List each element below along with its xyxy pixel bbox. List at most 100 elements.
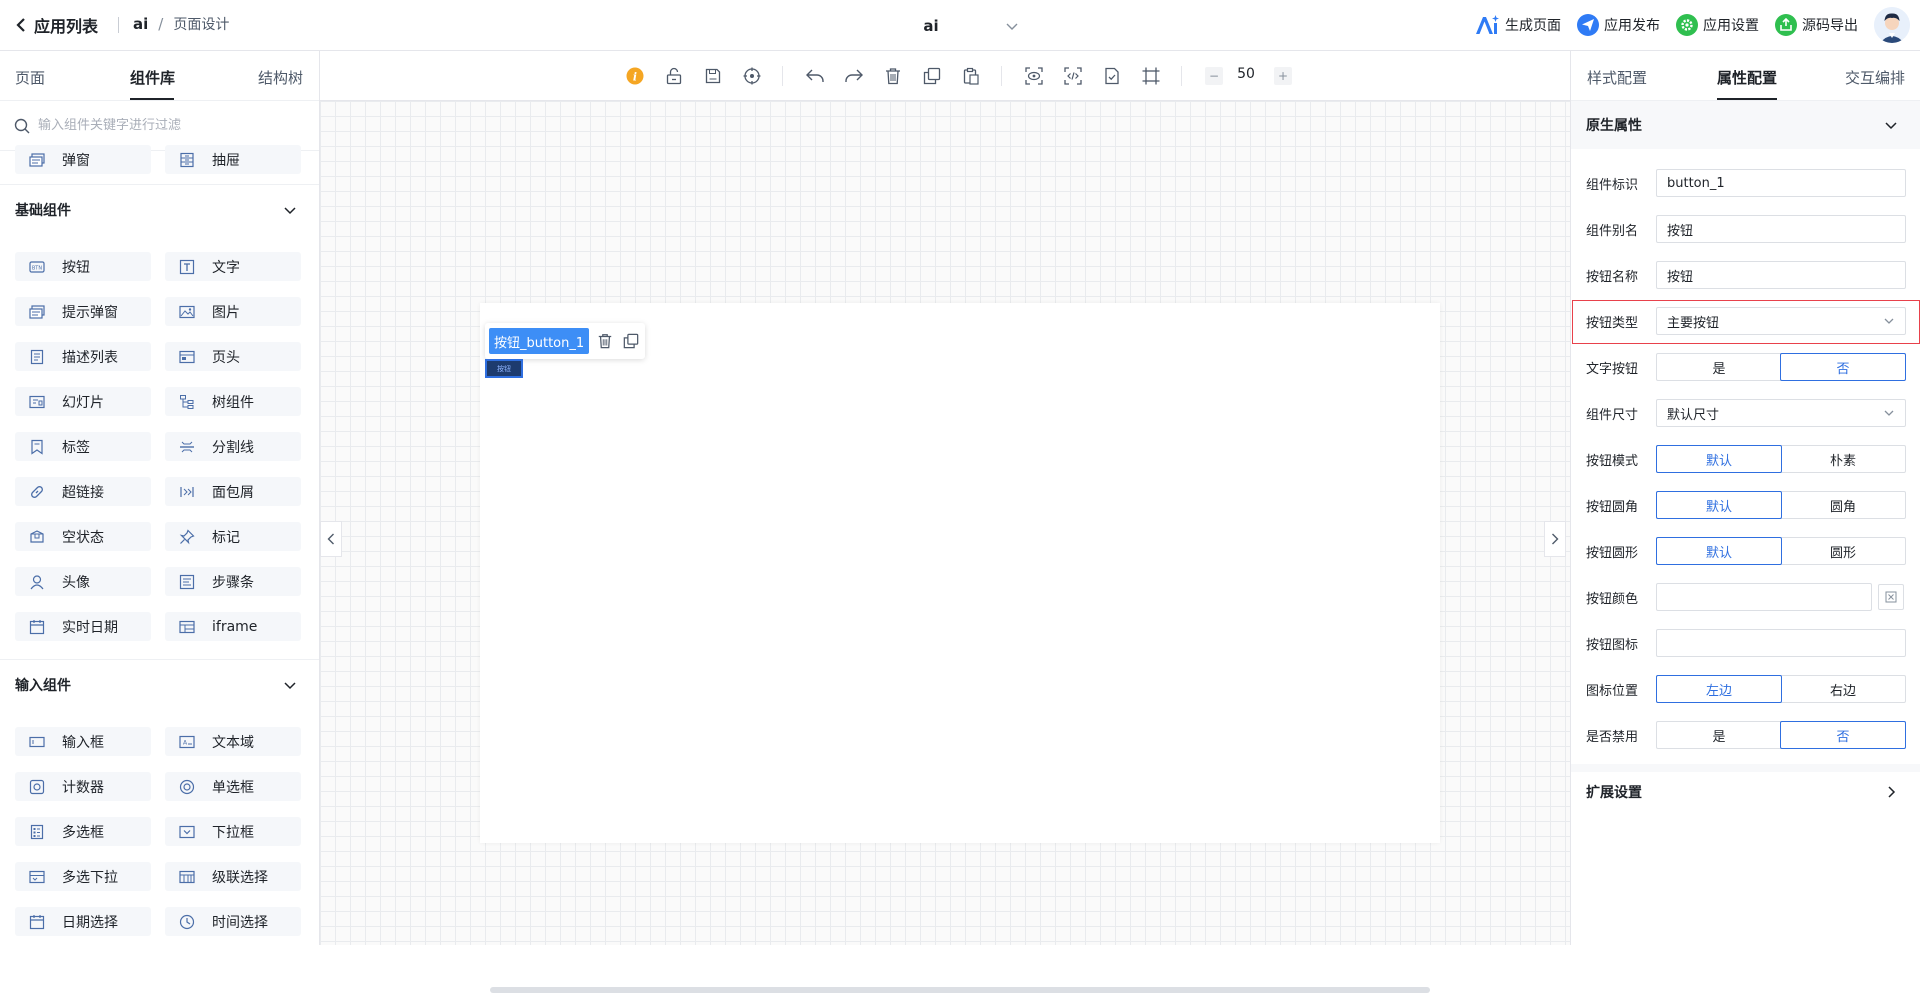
paste-button[interactable] (959, 64, 983, 88)
option-plain[interactable]: 朴素 (1781, 446, 1905, 472)
collapse-right-panel[interactable] (1544, 521, 1566, 557)
component-cascader[interactable]: 级联选择 (165, 862, 301, 891)
component-select[interactable]: 下拉框 (165, 817, 301, 846)
save-button[interactable] (701, 64, 725, 88)
component-id-input[interactable] (1656, 169, 1906, 197)
component-checkbox[interactable]: 多选框 (15, 817, 151, 846)
canvas-horizontal-scrollbar[interactable] (490, 987, 1430, 993)
component-modal[interactable]: 弹窗 (15, 145, 151, 174)
option-default[interactable]: 默认 (1656, 491, 1782, 519)
page-switcher[interactable]: ai (843, 14, 1019, 38)
component-size-select[interactable]: 默认尺寸 (1656, 399, 1906, 427)
page-board[interactable] (480, 303, 1440, 843)
delete-component-button[interactable] (595, 331, 615, 351)
component-time-picker[interactable]: 时间选择 (165, 907, 301, 936)
copy-button[interactable] (920, 64, 944, 88)
collapse-left-panel[interactable] (320, 521, 342, 557)
breadcrumb: ai / 页面设计 (133, 14, 229, 34)
steps-icon (179, 574, 195, 589)
option-circle[interactable]: 圆形 (1781, 538, 1905, 564)
validate-button[interactable] (1100, 64, 1124, 88)
zoom-out-button[interactable]: − (1205, 67, 1223, 85)
component-input[interactable]: 输入框 (15, 727, 151, 756)
option-right[interactable]: 右边 (1781, 676, 1905, 702)
app-settings-button[interactable]: 应用设置 (1676, 14, 1759, 36)
component-realtime-date[interactable]: 实时日期 (15, 612, 151, 641)
component-carousel[interactable]: 幻灯片 (15, 387, 151, 416)
breadcrumb-app[interactable]: ai (133, 15, 148, 33)
component-textarea[interactable]: A 文本域 (165, 727, 301, 756)
group-input-components[interactable]: 输入组件 (0, 659, 319, 709)
redo-button[interactable] (842, 64, 866, 88)
component-divider[interactable]: 分割线 (165, 432, 301, 461)
tab-style-config[interactable]: 样式配置 (1587, 67, 1647, 88)
component-tree[interactable]: 树组件 (165, 387, 301, 416)
button-color-input[interactable] (1656, 583, 1872, 611)
code-button[interactable] (1061, 64, 1085, 88)
component-hyperlink[interactable]: 超链接 (15, 477, 151, 506)
component-multi-select[interactable]: 多选下拉 (15, 862, 151, 891)
component-breadcrumb[interactable]: 面包屑 (165, 477, 301, 506)
component-page-header[interactable]: 页头 (165, 342, 301, 371)
component-image[interactable]: 图片 (165, 297, 301, 326)
generate-page-button[interactable]: 生成页面 (1474, 14, 1561, 36)
button-name-input[interactable] (1656, 261, 1906, 289)
component-avatar[interactable]: 头像 (15, 567, 151, 596)
locate-button[interactable] (740, 64, 764, 88)
option-yes[interactable]: 是 (1657, 354, 1781, 380)
option-no[interactable]: 否 (1780, 721, 1906, 749)
component-button[interactable]: BTN 按钮 (15, 252, 151, 281)
component-description-list[interactable]: 描述列表 (15, 342, 151, 371)
component-steps[interactable]: 步骤条 (165, 567, 301, 596)
unlock-button[interactable] (662, 64, 686, 88)
component-counter[interactable]: 计数器 (15, 772, 151, 801)
tab-property-config[interactable]: 属性配置 (1717, 67, 1777, 88)
zoom-in-button[interactable]: + (1274, 67, 1292, 85)
component-radio[interactable]: 单选框 (165, 772, 301, 801)
section-native-props[interactable]: 原生属性 (1571, 101, 1920, 149)
publish-app-button[interactable]: 应用发布 (1577, 14, 1660, 36)
option-left[interactable]: 左边 (1656, 675, 1782, 703)
prop-alias: 组件别名 (1571, 206, 1920, 252)
component-marker[interactable]: 标记 (165, 522, 301, 551)
component-label: 实时日期 (62, 619, 118, 636)
delete-button[interactable] (881, 64, 905, 88)
undo-button[interactable] (803, 64, 827, 88)
component-text[interactable]: 文字 (165, 252, 301, 281)
component-drawer[interactable]: 抽屉 (165, 145, 301, 174)
component-iframe[interactable]: iframe (165, 612, 301, 641)
user-avatar[interactable] (1874, 7, 1910, 43)
section-title: 扩展设置 (1586, 785, 1642, 801)
component-date-picker[interactable]: 日期选择 (15, 907, 151, 936)
tag-icon (31, 439, 43, 455)
option-default[interactable]: 默认 (1656, 537, 1782, 565)
button-type-select[interactable]: 主要按钮 (1656, 307, 1906, 335)
tab-pages[interactable]: 页面 (15, 67, 45, 88)
section-extend-settings[interactable]: 扩展设置 (1571, 764, 1920, 812)
option-round[interactable]: 圆角 (1781, 492, 1905, 518)
export-source-button[interactable]: 源码导出 (1775, 14, 1858, 36)
group-title: 输入组件 (15, 677, 71, 694)
button-icon-input[interactable] (1656, 629, 1906, 657)
tab-structure-tree[interactable]: 结构树 (258, 67, 303, 88)
color-clear-button[interactable] (1878, 584, 1904, 610)
canvas-grid[interactable]: 按钮_button_1 按钮 (320, 101, 1570, 993)
tab-component-library[interactable]: 组件库 (130, 67, 175, 88)
back-to-app-list[interactable]: 应用列表 (14, 13, 98, 37)
prop-label: 按钮圆角 (1586, 499, 1639, 515)
preview-button[interactable] (1022, 64, 1046, 88)
component-alias-input[interactable] (1656, 215, 1906, 243)
component-toast[interactable]: 提示弹窗 (15, 297, 151, 326)
canvas-button-component[interactable]: 按钮 (485, 359, 523, 378)
component-tag[interactable]: 标签 (15, 432, 151, 461)
component-empty-state[interactable]: 空状态 (15, 522, 151, 551)
tab-interaction[interactable]: 交互编排 (1845, 67, 1905, 88)
group-basic-components[interactable]: 基础组件 (0, 184, 319, 234)
crop-button[interactable] (1139, 64, 1163, 88)
option-default[interactable]: 默认 (1656, 445, 1782, 473)
option-no[interactable]: 否 (1780, 353, 1906, 381)
component-search-input[interactable] (38, 118, 298, 133)
option-yes[interactable]: 是 (1657, 722, 1781, 748)
info-button[interactable]: i (623, 64, 647, 88)
duplicate-component-button[interactable] (621, 331, 641, 351)
